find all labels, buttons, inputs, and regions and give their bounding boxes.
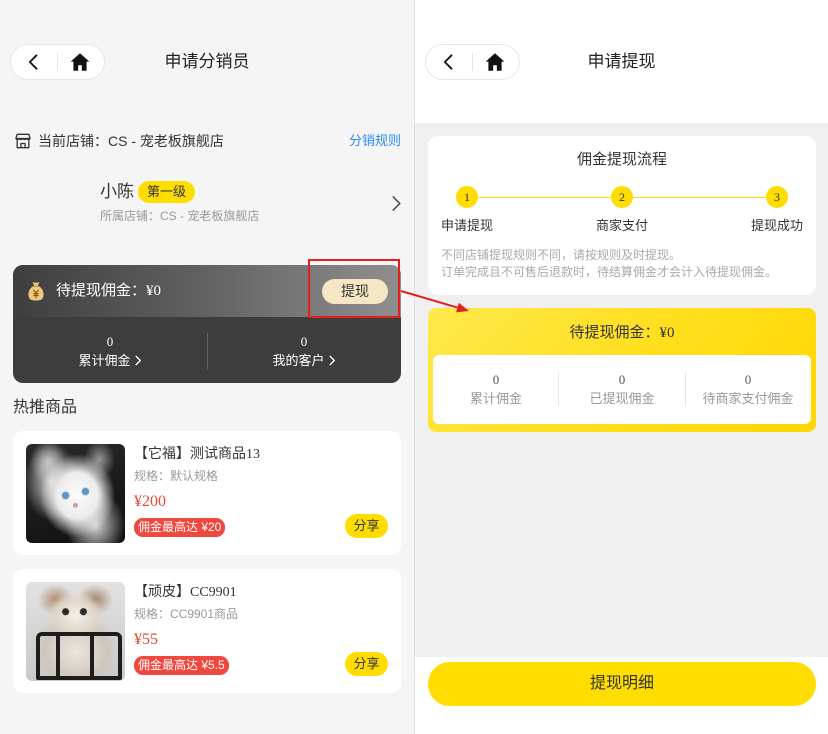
step-label: 提现成功 [750,218,803,233]
page-title: 申请分销员 [164,52,250,71]
stat-value: 0 [744,372,752,387]
commission-stats: 0 累计佣金 0 已提现佣金 0 待商家支付佣金 [433,355,811,424]
current-store-label: 当前店铺：CS - 宠老板旗舰店 [38,133,224,149]
step-connector [633,197,766,198]
stat-total-commission: 0 累计佣金 [433,355,559,424]
commission-badge: 佣金最高达 ¥5.5 [134,656,229,675]
withdraw-detail-button[interactable]: 提现明细 [428,662,816,706]
user-store: 所属店铺：CS - 宠老板旗舰店 [100,209,260,223]
process-title: 佣金提现流程 [576,151,667,168]
process-note: 不同店铺提现规则不同，请按规则及时提现。 [441,248,682,262]
stat-label-row: 累计佣金 [13,352,207,369]
money-bag-icon [25,279,47,303]
chevron-right-icon [328,355,336,366]
hot-products-title: 热推商品 [13,399,78,416]
pending-commission-card: 待提现佣金：¥0 0 累计佣金 0 已提现佣金 0 待商家支付佣金 [428,308,816,432]
stat-label: 已提现佣金 [589,391,655,406]
annotation-highlight-box [308,259,400,318]
product-price: ¥55 [134,631,158,648]
stat-awaiting-merchant-payment: 0 待商家支付佣金 [685,355,811,424]
chevron-right-icon[interactable] [389,195,403,212]
process-note: 订单完成且不可售后退款时，待结算佣金才会计入待提现佣金。 [441,265,778,279]
product-name: 【它福】测试商品13 [134,447,260,462]
stat-label-row: 我的客户 [207,352,401,369]
stat-total-commission[interactable]: 0 累计佣金 [13,317,207,383]
step-label: 申请提现 [440,218,493,233]
step-label: 商家支付 [595,218,648,233]
stat-label: 累计佣金 [469,391,522,406]
distributor-page: 申请分销员 当前店铺：CS - 宠老板旗舰店 分销规则 小陈 第一级 所属店铺：… [0,0,414,734]
step-number: 1 [456,186,478,208]
current-store-bar: 当前店铺：CS - 宠老板旗舰店 分销规则 [13,131,401,151]
product-image[interactable] [26,582,125,681]
stat-value: 0 [618,372,626,387]
share-button[interactable]: 分享 [345,652,388,676]
product-name: 【顽皮】CC9901 [134,585,237,600]
distribution-rules-link[interactable]: 分销规则 [349,131,401,151]
stat-my-customers[interactable]: 0 我的客户 [207,317,401,383]
pending-commission-label: 待提现佣金：¥0 [56,283,162,299]
user-info-row[interactable]: 小陈 第一级 所属店铺：CS - 宠老板旗舰店 [13,170,401,230]
page-title: 申请提现 [587,52,656,71]
stat-label: 待商家支付佣金 [702,391,794,406]
product-spec: 规格：默认规格 [134,469,219,483]
user-name: 小陈 [100,182,134,201]
chevron-right-icon [134,355,142,366]
store-icon [13,131,33,151]
step-number: 3 [766,186,788,208]
product-price: ¥200 [134,493,166,510]
share-button[interactable]: 分享 [345,514,388,538]
step-connector [478,197,611,198]
stat-value: 0 [106,334,114,349]
product-card[interactable]: 【它福】测试商品13 规格：默认规格 ¥200 佣金最高达 ¥20 分享 [13,431,401,555]
stat-label: 累计佣金 [78,353,131,368]
stat-withdrawn-commission: 0 已提现佣金 [559,355,685,424]
user-header: 小陈 第一级 [100,181,196,203]
step-number: 2 [611,186,633,208]
pending-commission-title: 待提现佣金：¥0 [569,325,675,341]
product-image[interactable] [26,444,125,543]
withdraw-process-card: 佣金提现流程 1 2 3 申请提现 商家支付 提现成功 不同店铺提现规则不同，请… [428,136,816,295]
stat-value: 0 [492,372,500,387]
stat-label: 我的客户 [272,353,325,368]
commission-badge: 佣金最高达 ¥20 [134,518,226,537]
level-badge: 第一级 [138,181,196,203]
stat-value: 0 [300,334,308,349]
product-spec: 规格：CC9901商品 [134,607,239,621]
withdraw-page: 申请提现 佣金提现流程 1 2 3 申请提现 商家支付 提现成功 不同店铺提现规… [415,0,828,734]
product-card[interactable]: 【顽皮】CC9901 规格：CC9901商品 ¥55 佣金最高达 ¥5.5 分享 [13,569,401,693]
